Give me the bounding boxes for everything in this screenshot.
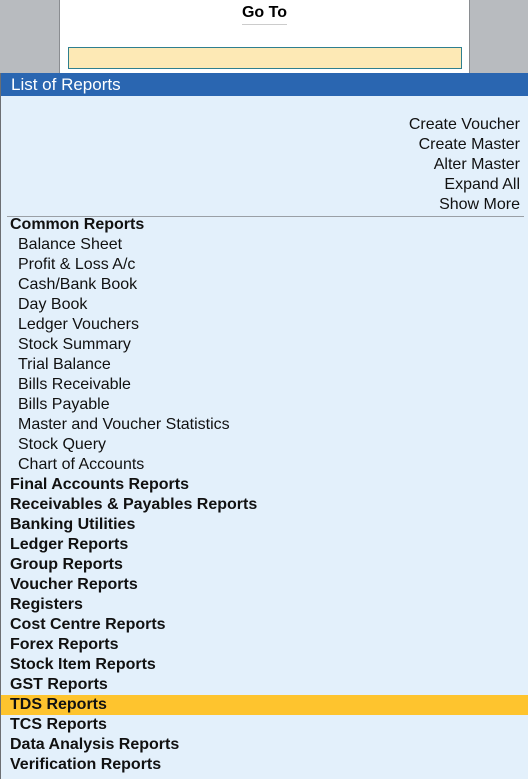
report-item[interactable]: Day Book	[1, 295, 528, 315]
report-group-item[interactable]: TCS Reports	[1, 715, 528, 735]
report-group-item[interactable]: Voucher Reports	[1, 575, 528, 595]
report-item[interactable]: Stock Summary	[1, 335, 528, 355]
show-more-button[interactable]: Show More	[409, 195, 520, 215]
list-of-reports-panel: List of Reports Create Voucher Create Ma…	[0, 73, 528, 779]
report-item[interactable]: Master and Voucher Statistics	[1, 415, 528, 435]
report-item[interactable]: Profit & Loss A/c	[1, 255, 528, 275]
report-group-item[interactable]: Registers	[1, 595, 528, 615]
goto-panel: Go To	[59, 0, 470, 73]
report-item[interactable]: Cash/Bank Book	[1, 275, 528, 295]
report-group-item[interactable]: Cost Centre Reports	[1, 615, 528, 635]
report-group-item[interactable]: Receivables & Payables Reports	[1, 495, 528, 515]
report-group-item[interactable]: Final Accounts Reports	[1, 475, 528, 495]
report-item[interactable]: Balance Sheet	[1, 235, 528, 255]
report-item[interactable]: Stock Query	[1, 435, 528, 455]
actions-menu: Create Voucher Create Master Alter Maste…	[409, 115, 520, 215]
report-group-item[interactable]: Banking Utilities	[1, 515, 528, 535]
report-group-item[interactable]: Forex Reports	[1, 635, 528, 655]
goto-title: Go To	[60, 4, 469, 25]
report-group-item[interactable]: Data Analysis Reports	[1, 735, 528, 755]
goto-search-input[interactable]	[68, 47, 462, 69]
goto-title-text: Go To	[241, 4, 288, 25]
report-group-item[interactable]: Stock Item Reports	[1, 655, 528, 675]
report-item[interactable]: Ledger Vouchers	[1, 315, 528, 335]
alter-master-button[interactable]: Alter Master	[409, 155, 520, 175]
report-item[interactable]: Chart of Accounts	[1, 455, 528, 475]
create-voucher-button[interactable]: Create Voucher	[409, 115, 520, 135]
report-group-item[interactable]: Verification Reports	[1, 755, 528, 775]
report-list: Common Reports Balance Sheet Profit & Loss…	[1, 215, 528, 775]
expand-all-button[interactable]: Expand All	[409, 175, 520, 195]
report-group-item[interactable]: TDS Reports	[1, 695, 528, 715]
report-item[interactable]: Trial Balance	[1, 355, 528, 375]
report-item[interactable]: Bills Payable	[1, 395, 528, 415]
list-title: List of Reports	[1, 73, 528, 96]
report-group-item[interactable]: Common Reports	[1, 215, 528, 235]
report-item[interactable]: Bills Receivable	[1, 375, 528, 395]
create-master-button[interactable]: Create Master	[409, 135, 520, 155]
report-group-item[interactable]: Ledger Reports	[1, 535, 528, 555]
report-group-item[interactable]: Group Reports	[1, 555, 528, 575]
report-group-item[interactable]: GST Reports	[1, 675, 528, 695]
